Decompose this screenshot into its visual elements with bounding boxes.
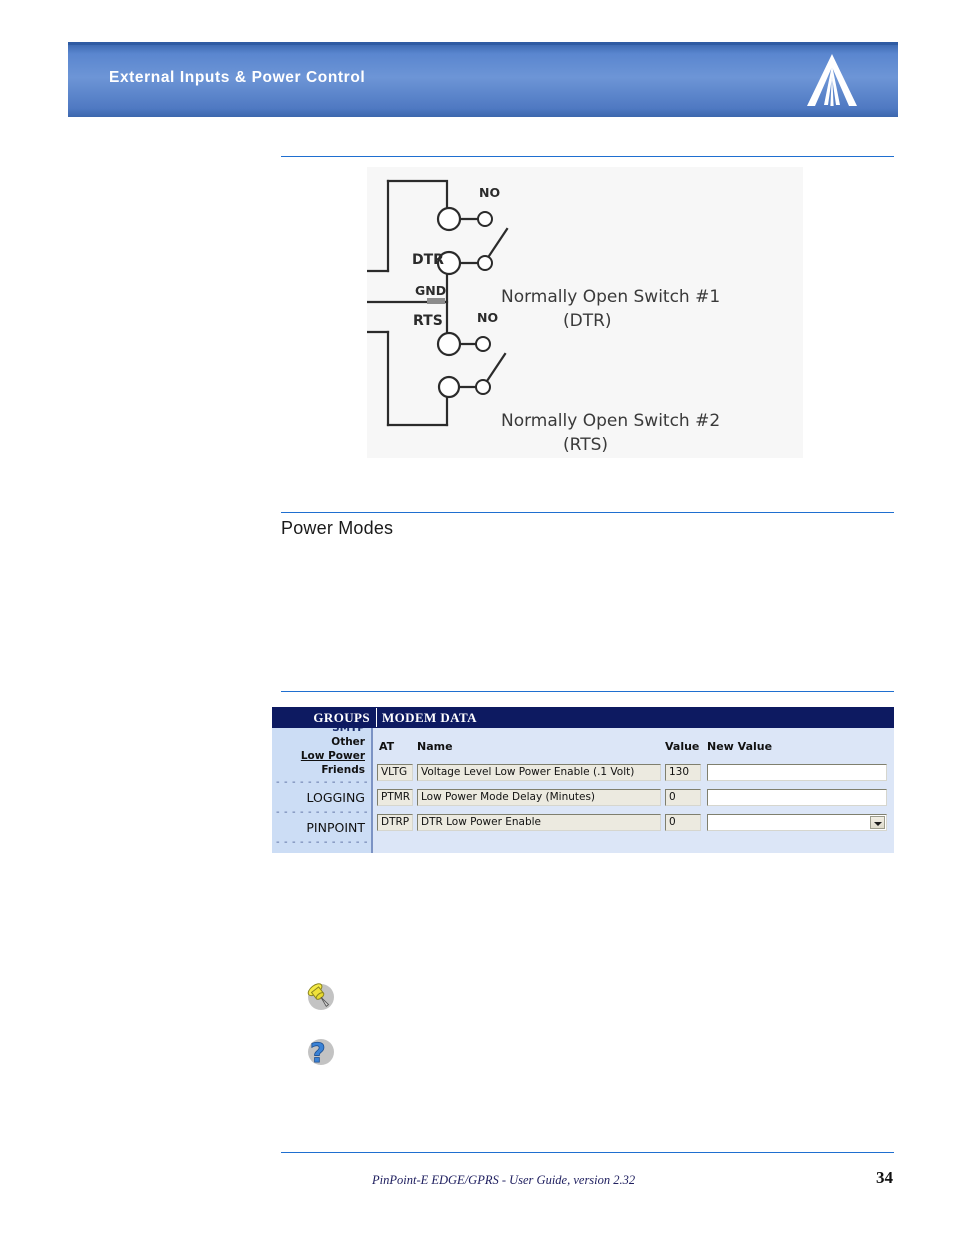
label-no-1: NO [479,185,500,200]
sidebar-item-other[interactable]: Other [272,735,371,749]
svg-text:?: ? [310,1038,326,1069]
column-header-name: Name [417,740,453,753]
sidebar-item-friends[interactable]: Friends [272,763,371,777]
sidebar-separator-2: - - - - - - - - - - - - - [276,807,371,818]
sidebar-heading-pinpoint[interactable]: PINPOINT [272,819,371,837]
chevron-down-icon[interactable] [870,816,885,829]
form-titlebar: GROUPS MODEM DATA [272,707,894,728]
label-rts: RTS [413,313,443,329]
new-value-select-dtrp[interactable] [707,814,887,831]
section-heading-power-modes: Power Modes [281,518,394,538]
caption-switch-1-line1: Normally Open Switch #1 [501,287,720,307]
sidebar-separator-1: - - - - - - - - - - - - - [276,777,371,788]
at-command-ptmr: PTMR [377,789,413,806]
titlebar-divider [376,708,377,727]
table-row: PTMR Low Power Mode Delay (Minutes) 0 [373,789,894,808]
new-value-input-ptmr[interactable] [707,789,887,806]
caption-switch-2-line2: (RTS) [563,435,608,455]
label-dtr: DTR [412,252,444,268]
sidebar-separator-3: - - - - - - - - - - - - - [276,837,371,848]
at-command-vltg: VLTG [377,764,413,781]
at-command-dtrp: DTRP [377,814,413,831]
param-name-dtrp: DTR Low Power Enable [417,814,661,831]
page-header-banner: External Inputs & Power Control [68,42,898,117]
label-gnd: GND [415,283,446,298]
groups-sidebar[interactable]: SMTP Other Low Power Friends - - - - - -… [272,728,373,853]
sidebar-item-low-power[interactable]: Low Power [272,749,371,763]
footer-page-number: 34 [876,1168,893,1187]
pushpin-note-icon [303,981,337,1015]
modem-data-form-panel: GROUPS MODEM DATA SMTP Other Low Power F… [272,707,894,853]
table-row: VLTG Voltage Level Low Power Enable (.1 … [373,764,894,783]
param-name-vltg: Voltage Level Low Power Enable (.1 Volt) [417,764,661,781]
column-header-new-value: New Value [707,740,773,753]
column-header-value: Value [665,740,700,753]
table-row: DTRP DTR Low Power Enable 0 [373,814,894,833]
current-value-dtrp: 0 [665,814,701,831]
caption-switch-2-line1: Normally Open Switch #2 [501,411,720,431]
caption-switch-1-line2: (DTR) [563,311,612,331]
divider-form [281,691,894,692]
new-value-input-vltg[interactable] [707,764,887,781]
param-name-ptmr: Low Power Mode Delay (Minutes) [417,789,661,806]
column-header-at: AT [379,740,395,753]
page-title: External Inputs & Power Control [109,69,366,86]
normally-open-switch-wiring-diagram: DTR GND RTS NO NO Normally Open Switch #… [367,167,803,458]
column-headers: AT Name Value New Value [373,740,894,756]
sidebar-item-smtp[interactable]: SMTP [272,728,371,735]
current-value-vltg: 130 [665,764,701,781]
footer-document-title: PinPoint-E EDGE/GPRS - User Guide, versi… [372,1173,636,1187]
question-mark-tip-icon: ? [303,1035,337,1069]
titlebar-modem-data-label: MODEM DATA [382,710,477,725]
label-no-2: NO [477,310,498,325]
form-body: AT Name Value New Value VLTG Voltage Lev… [373,728,894,853]
sierra-wireless-pyramid-logo-icon [802,51,862,113]
divider-top [281,156,894,157]
sidebar-heading-logging[interactable]: LOGGING [272,789,371,807]
divider-middle [281,512,894,513]
current-value-ptmr: 0 [665,789,701,806]
titlebar-groups-label: GROUPS [313,710,370,725]
divider-footer [281,1152,894,1153]
